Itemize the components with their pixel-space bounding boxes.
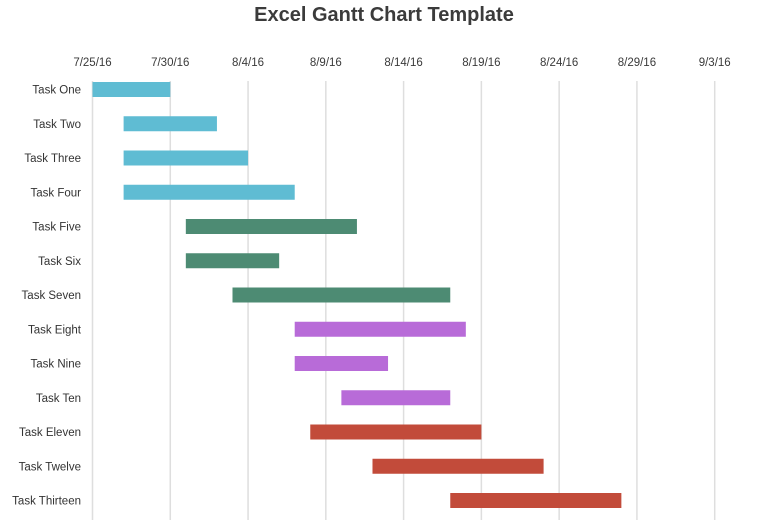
x-tick-label: 7/30/16 bbox=[151, 57, 189, 69]
gantt-bar-task-3 bbox=[123, 150, 249, 166]
task-label: Task One bbox=[32, 85, 81, 97]
gantt-bars bbox=[92, 82, 622, 508]
x-tick-label: 8/29/16 bbox=[618, 57, 656, 69]
task-label: Task Four bbox=[31, 187, 82, 199]
task-labels: Task One Task Two Task Three Task Four Task … bbox=[12, 85, 82, 508]
task-label: Task Three bbox=[24, 153, 81, 165]
gantt-bar-task-8 bbox=[294, 321, 466, 337]
gantt-chart: Excel Gantt Chart Template 7/25/16 7/30/1… bbox=[12, 4, 731, 520]
x-tick-label: 8/24/16 bbox=[540, 57, 578, 69]
gantt-bar-task-5 bbox=[185, 219, 357, 234]
task-label: Task Two bbox=[33, 119, 81, 131]
x-tick-label: 8/9/16 bbox=[310, 57, 342, 69]
gantt-bar-task-6 bbox=[185, 253, 280, 269]
gantt-bar-task-2 bbox=[123, 116, 217, 132]
gantt-bar-task-12 bbox=[372, 458, 544, 474]
task-label: Task Eight bbox=[28, 324, 82, 336]
gantt-bar-task-9 bbox=[294, 356, 389, 371]
task-label: Task Seven bbox=[22, 290, 81, 302]
x-tick-label: 8/19/16 bbox=[462, 57, 500, 69]
gantt-bar-task-4 bbox=[123, 184, 295, 200]
task-label: Task Six bbox=[38, 256, 81, 268]
x-tick-label: 9/3/16 bbox=[699, 57, 731, 69]
gantt-bar-task-1 bbox=[92, 82, 171, 97]
x-tick-label: 7/25/16 bbox=[73, 57, 111, 69]
task-label: Task Ten bbox=[36, 393, 81, 405]
x-tick-label: 8/4/16 bbox=[232, 57, 264, 69]
x-axis-tick-labels: 7/25/16 7/30/16 8/4/16 8/9/16 8/14/16 8/19/16… bbox=[73, 57, 730, 69]
x-tick-label: 8/14/16 bbox=[384, 57, 422, 69]
task-label: Task Five bbox=[32, 222, 81, 234]
gantt-bar-task-10 bbox=[341, 390, 451, 406]
task-label: Task Eleven bbox=[19, 427, 81, 439]
gantt-bar-task-13 bbox=[450, 493, 622, 508]
chart-title: Excel Gantt Chart Template bbox=[254, 4, 514, 26]
gantt-bar-task-11 bbox=[310, 424, 482, 440]
task-label: Task Nine bbox=[31, 359, 82, 371]
gantt-bar-task-7 bbox=[232, 287, 451, 303]
task-label: Task Twelve bbox=[19, 461, 81, 473]
task-label: Task Thirteen bbox=[12, 496, 81, 508]
